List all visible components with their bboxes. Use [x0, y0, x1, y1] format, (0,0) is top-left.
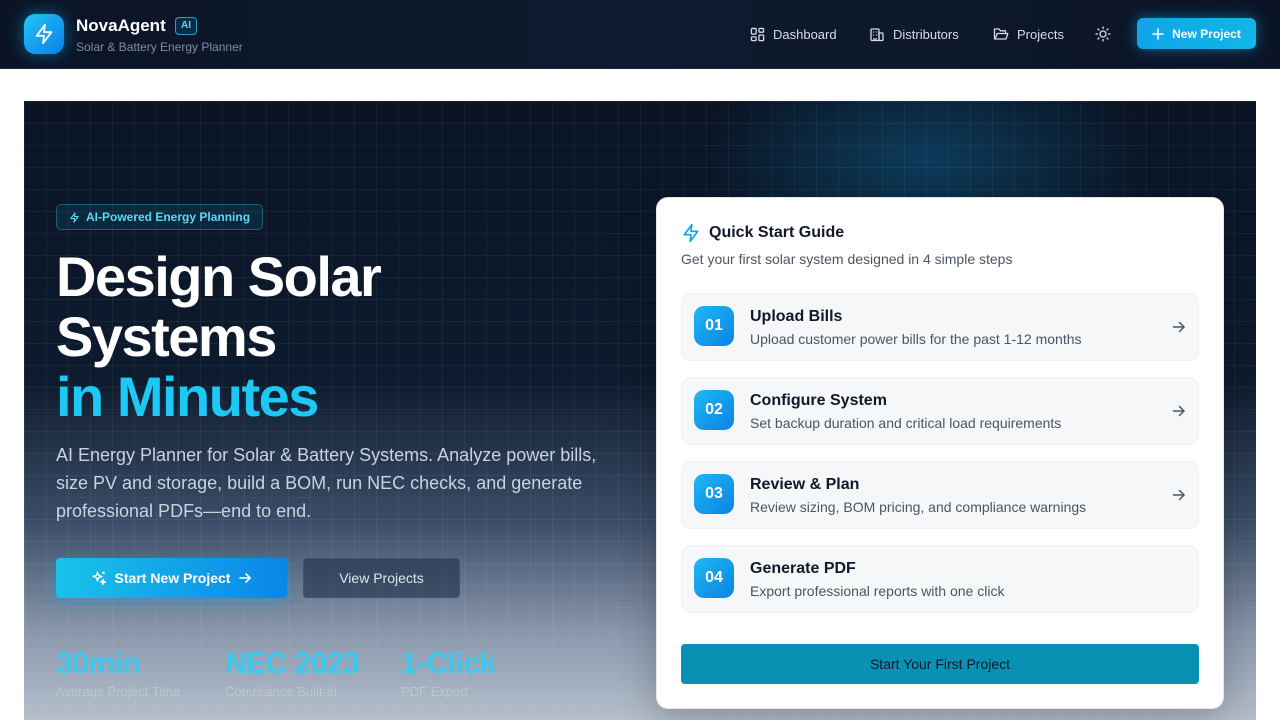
- step-upload-bills[interactable]: 01 Upload Bills Upload customer power bi…: [681, 293, 1199, 361]
- step-number: 04: [694, 558, 734, 598]
- stat-pdf-export: 1-Click PDF Export: [401, 646, 496, 702]
- step-description: Set backup duration and critical load re…: [750, 415, 1062, 431]
- arrow-right-icon: [239, 573, 252, 583]
- app-logo[interactable]: [24, 14, 64, 54]
- step-number: 02: [694, 390, 734, 430]
- stat-value: NEC 2023: [225, 647, 360, 680]
- quick-start-title-text: Quick Start Guide: [709, 224, 845, 241]
- view-projects-label: View Projects: [339, 570, 424, 586]
- stat-label: PDF Export: [401, 684, 469, 699]
- stat-value: 1-Click: [401, 647, 496, 680]
- step-review-plan[interactable]: 03 Review & Plan Review sizing, BOM pric…: [681, 461, 1199, 529]
- ai-badge: AI: [175, 17, 197, 35]
- step-title: Upload Bills: [750, 308, 843, 325]
- stat-value: 30min: [56, 647, 141, 680]
- plus-icon: [1152, 27, 1164, 40]
- start-new-project-button[interactable]: Start New Project: [56, 558, 287, 598]
- headline-line-2: Systems: [56, 305, 277, 368]
- quick-start-card: Quick Start Guide Get your first solar s…: [656, 197, 1224, 709]
- view-projects-button[interactable]: View Projects: [303, 558, 460, 598]
- start-new-project-label: Start New Project: [114, 570, 231, 586]
- step-number: 01: [694, 306, 734, 346]
- step-configure-system[interactable]: 02 Configure System Set backup duration …: [681, 377, 1199, 445]
- grid-icon: [750, 27, 765, 41]
- nav-distributors-label: Distributors: [893, 26, 959, 42]
- brand-subtitle: Solar & Battery Energy Planner: [76, 40, 243, 54]
- quick-start-title: Quick Start Guide: [681, 223, 844, 243]
- brand-name: NovaAgent: [76, 16, 166, 35]
- building-icon: [870, 28, 884, 42]
- arrow-right-icon: [1172, 321, 1185, 333]
- pill-label: AI-Powered Energy Planning: [86, 210, 251, 224]
- arrow-right-icon: [1172, 405, 1185, 417]
- sun-icon: [1095, 26, 1111, 42]
- headline-line-1: Design Solar: [56, 245, 382, 308]
- step-description: Upload customer power bills for the past…: [750, 331, 1082, 347]
- step-title: Configure System: [750, 392, 887, 409]
- stat-nec-compliance: NEC 2023 Compliance Built-in: [225, 646, 360, 702]
- top-navigation-bar: NovaAgent AI Solar & Battery Energy Plan…: [0, 0, 1280, 69]
- nav-projects-link[interactable]: Projects: [993, 24, 1064, 44]
- hero-section: AI-Powered Energy Planning Design Solar …: [24, 101, 1256, 720]
- quick-start-subtitle: Get your first solar system designed in …: [681, 251, 1013, 267]
- new-project-button[interactable]: New Project: [1137, 18, 1256, 49]
- nav-distributors-link[interactable]: Distributors: [869, 24, 959, 44]
- hero-description: AI Energy Planner for Solar & Battery Sy…: [56, 445, 597, 521]
- theme-toggle-button[interactable]: [1093, 24, 1113, 44]
- stat-project-time: 30min Average Project Time: [56, 646, 180, 702]
- step-number: 03: [694, 474, 734, 514]
- stat-label: Compliance Built-in: [225, 684, 337, 699]
- nav-dashboard-label: Dashboard: [773, 26, 837, 42]
- headline-line-3: in Minutes: [56, 365, 319, 428]
- new-project-label: New Project: [1172, 26, 1241, 41]
- step-title: Generate PDF: [750, 560, 856, 577]
- ai-powered-pill: AI-Powered Energy Planning: [56, 204, 264, 230]
- step-description: Review sizing, BOM pricing, and complian…: [750, 499, 1087, 515]
- nav-dashboard-link[interactable]: Dashboard: [750, 24, 837, 44]
- stat-label: Average Project Time: [56, 684, 181, 699]
- lightning-bolt-icon: [35, 23, 53, 45]
- hero-headline: Design Solar Systems in Minutes: [56, 245, 382, 428]
- lightning-bolt-icon: [70, 211, 79, 223]
- arrow-right-icon: [1172, 489, 1185, 501]
- start-first-project-label: Start Your First Project: [869, 656, 1011, 672]
- step-generate-pdf[interactable]: 04 Generate PDF Export professional repo…: [681, 545, 1199, 613]
- lightning-bolt-icon: [683, 223, 699, 243]
- start-first-project-button[interactable]: Start Your First Project: [681, 644, 1199, 684]
- sparkles-icon: [91, 571, 106, 586]
- nav-projects-label: Projects: [1017, 26, 1064, 42]
- folder-icon: [993, 28, 1009, 40]
- step-description: Export professional reports with one cli…: [750, 583, 1005, 599]
- step-title: Review & Plan: [750, 476, 860, 493]
